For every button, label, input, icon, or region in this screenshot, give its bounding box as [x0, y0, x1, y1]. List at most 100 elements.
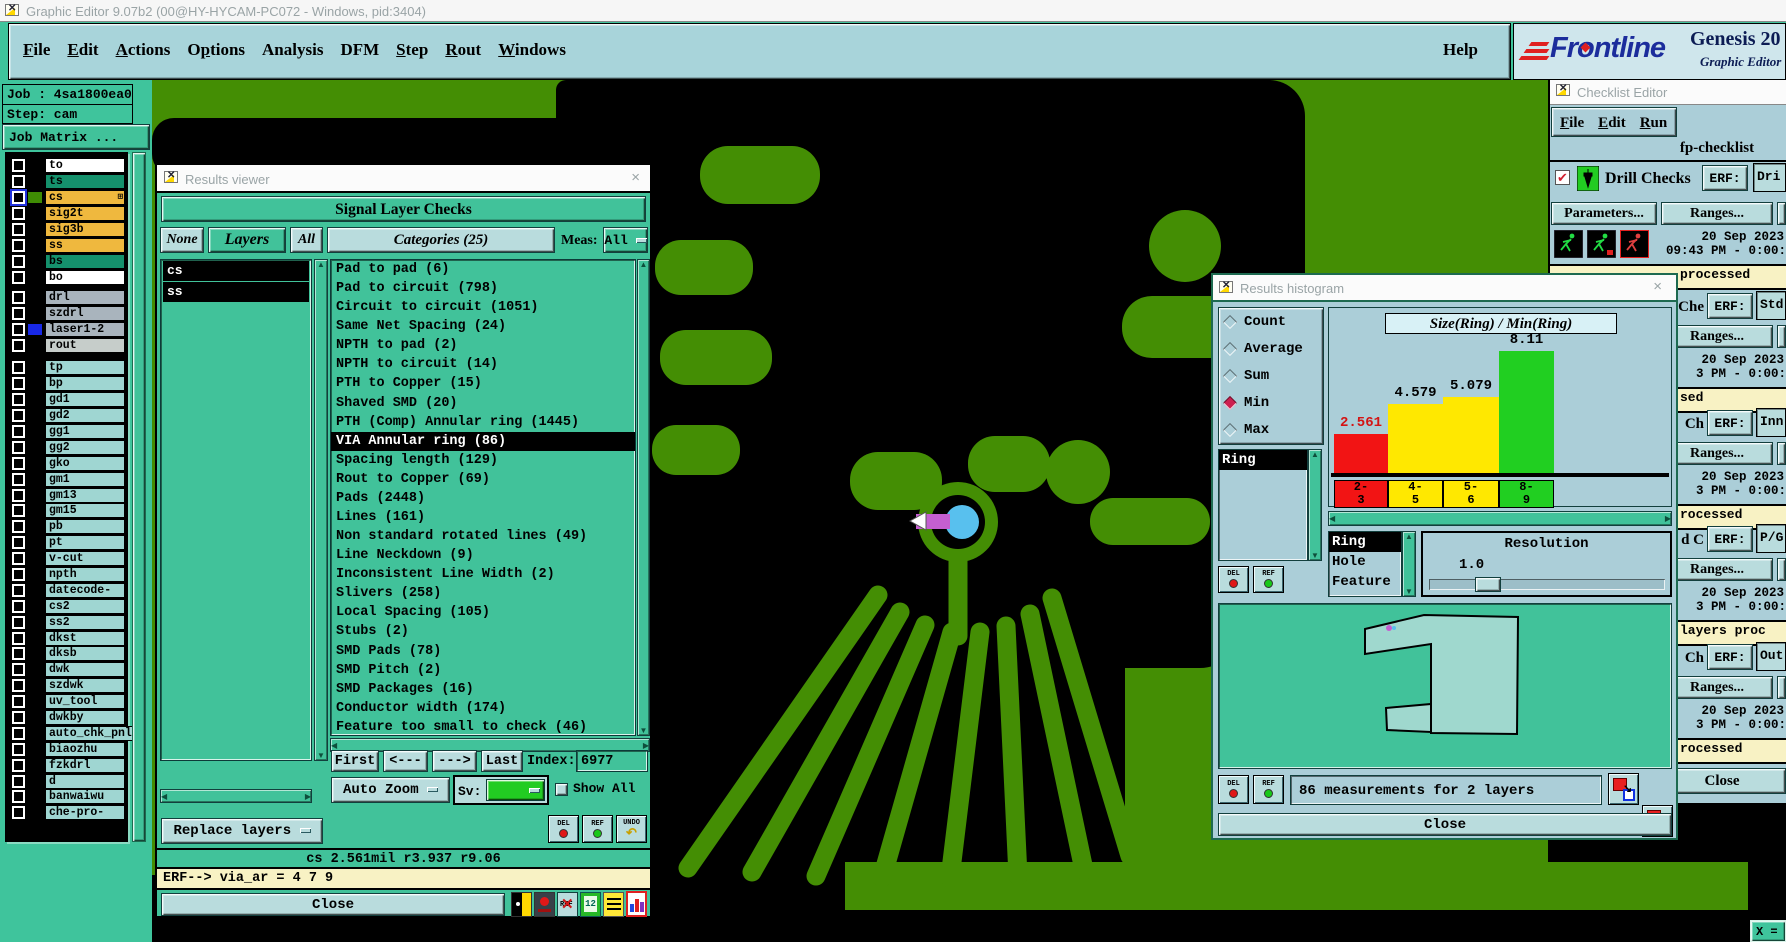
menu-windows[interactable]: Windows: [498, 40, 566, 59]
layer-row-gg1[interactable]: gg1: [6, 424, 127, 440]
layer-name-label[interactable]: dwkby: [45, 710, 125, 726]
menu-file[interactable]: File: [23, 40, 50, 59]
layer-name-label[interactable]: gko: [45, 455, 125, 471]
layer-checkbox-dksb[interactable]: [12, 647, 25, 661]
layer-row-dwkby[interactable]: dwkby: [6, 710, 127, 726]
results-viewer-titlebar[interactable]: Results viewer ×: [157, 165, 650, 193]
layer-name-label[interactable]: gd2: [45, 408, 125, 424]
stat-radio-min[interactable]: Min: [1219, 389, 1323, 416]
menu-dfm[interactable]: DFM: [340, 40, 379, 59]
layer-color-swatch[interactable]: [28, 340, 42, 351]
category-item[interactable]: Spacing length (129): [331, 451, 635, 470]
layer-color-swatch[interactable]: [28, 474, 42, 485]
layer-row-banwaiwu[interactable]: banwaiwu: [6, 789, 127, 805]
layer-checkbox-pt[interactable]: [12, 536, 25, 550]
undo-button[interactable]: UNDO ↶: [616, 815, 647, 843]
layer-color-swatch[interactable]: [28, 176, 42, 187]
layer-name-label[interactable]: datecode-pt: [45, 582, 125, 610]
layer-row-datecode-pt[interactable]: datecode-pt: [6, 582, 127, 610]
layer-row-ts[interactable]: ts: [6, 174, 127, 190]
layer-color-swatch[interactable]: [28, 505, 42, 516]
rv-close-button[interactable]: Close: [161, 893, 505, 916]
stat-radio-max[interactable]: Max: [1219, 416, 1323, 443]
layer-name-label[interactable]: bs: [45, 253, 125, 269]
layer-checkbox-gm15[interactable]: [12, 504, 25, 518]
layer-color-swatch[interactable]: [28, 426, 42, 437]
layer-color-swatch[interactable]: [28, 292, 42, 303]
menu-actions[interactable]: Actions: [116, 40, 171, 59]
sidebar-scrollbar[interactable]: [132, 152, 146, 842]
category-item[interactable]: Circuit to circuit (1051): [331, 298, 635, 317]
layer-row-sig3b[interactable]: sig3b: [6, 222, 127, 238]
layer-name-label[interactable]: sig3b: [45, 222, 125, 237]
layer-color-swatch[interactable]: [28, 208, 42, 219]
layer-checkbox-uv_tool[interactable]: [12, 695, 25, 709]
layer-color-swatch[interactable]: [28, 776, 42, 787]
layer-name-label[interactable]: auto_chk_pnl: [45, 725, 133, 741]
erf-value-field[interactable]: Inn: [1756, 408, 1786, 437]
layer-checkbox-to[interactable]: [12, 159, 25, 173]
category-item[interactable]: SMD Packages (16): [331, 680, 635, 699]
checklist-menu-file[interactable]: File: [1560, 115, 1584, 131]
layer-name-label[interactable]: gm13: [45, 487, 125, 503]
layer-checkbox-gko[interactable]: [12, 456, 25, 470]
run-icon-button[interactable]: [1553, 229, 1584, 263]
checklist-menu-run[interactable]: Run: [1640, 115, 1668, 131]
layer-checkbox-cs2[interactable]: [12, 599, 25, 613]
layer-name-label[interactable]: pt: [45, 535, 125, 551]
layer-name-label[interactable]: laser1-2: [45, 322, 125, 338]
layer-name-label[interactable]: d: [45, 773, 125, 789]
layer-color-swatch[interactable]: [28, 410, 42, 421]
layer-checkbox-gd2[interactable]: [12, 409, 25, 423]
ref-button[interactable]: REF: [582, 815, 613, 843]
ref-clear-icon-button[interactable]: REF ✕: [557, 892, 578, 917]
category-item[interactable]: PTH to Copper (15): [331, 374, 635, 393]
erf-value-field[interactable]: P/G: [1756, 524, 1786, 553]
layer-color-swatch[interactable]: [28, 442, 42, 453]
layer-row-pb[interactable]: pb: [6, 519, 127, 535]
chart-scrollbar-h[interactable]: ◀ ▶: [1328, 511, 1672, 526]
layer-name-label[interactable]: gd1: [45, 392, 125, 408]
erf-button[interactable]: ERF:: [1702, 165, 1748, 191]
category-item[interactable]: SMD Pitch (2): [331, 661, 635, 680]
layer-row-to[interactable]: to: [6, 158, 127, 174]
layer-checkbox-d[interactable]: [12, 774, 25, 788]
measure-item-ring[interactable]: Ring: [1329, 532, 1401, 552]
layer-checkbox-gm1[interactable]: [12, 472, 25, 486]
layer-row-laser1-2[interactable]: laser1-2: [6, 322, 127, 338]
layer-checkbox-v-cut[interactable]: [12, 552, 25, 566]
layer-color-swatch[interactable]: [28, 664, 42, 675]
layer-row-bo[interactable]: bo: [6, 269, 127, 285]
layer-row-cs[interactable]: cs ⊞: [6, 190, 127, 206]
categories-header-button[interactable]: Categories (25): [327, 227, 555, 253]
layer-color-swatch[interactable]: [28, 680, 42, 691]
last-button[interactable]: Last: [481, 750, 523, 772]
histogram-icon-button[interactable]: [626, 891, 647, 917]
cut-button[interactable]: [1777, 325, 1786, 348]
layer-checkbox-sig3b[interactable]: [12, 223, 25, 236]
first-button[interactable]: First: [331, 750, 379, 772]
layer-name-label[interactable]: sig2t: [45, 206, 125, 222]
erf-button[interactable]: ERF:: [1707, 410, 1753, 436]
histogram-layer-item-ring[interactable]: Ring: [1219, 450, 1307, 470]
layer-name-label[interactable]: uv_tool: [45, 694, 125, 710]
layer-color-swatch[interactable]: [28, 553, 42, 564]
chart-bar-5-6[interactable]: [1443, 397, 1499, 473]
layer-checkbox-fzkdrl[interactable]: [12, 758, 25, 772]
layer-checkbox-ss2[interactable]: [12, 615, 25, 629]
layer-name-label[interactable]: dksb: [45, 646, 125, 662]
layer-checkbox-datecode-pt[interactable]: [12, 583, 25, 597]
layer-checkbox-szdrl[interactable]: [12, 307, 25, 321]
menu-options[interactable]: Options: [187, 40, 245, 59]
close-icon[interactable]: ×: [1653, 279, 1662, 294]
stat-radio-count[interactable]: Count: [1219, 308, 1323, 335]
close-icon[interactable]: ×: [631, 170, 640, 185]
layer-name-label[interactable]: gg2: [45, 439, 125, 455]
layer-checkbox-ts[interactable]: [12, 175, 25, 189]
menu-edit[interactable]: Edit: [67, 40, 98, 59]
erf-button[interactable]: ERF:: [1707, 293, 1753, 319]
histogram-del-button[interactable]: DEL: [1218, 566, 1249, 593]
layer-row-che-pro-out[interactable]: che-pro-out: [6, 805, 127, 832]
layer-color-swatch[interactable]: [28, 807, 42, 818]
stat-radio-sum[interactable]: Sum: [1219, 362, 1323, 389]
